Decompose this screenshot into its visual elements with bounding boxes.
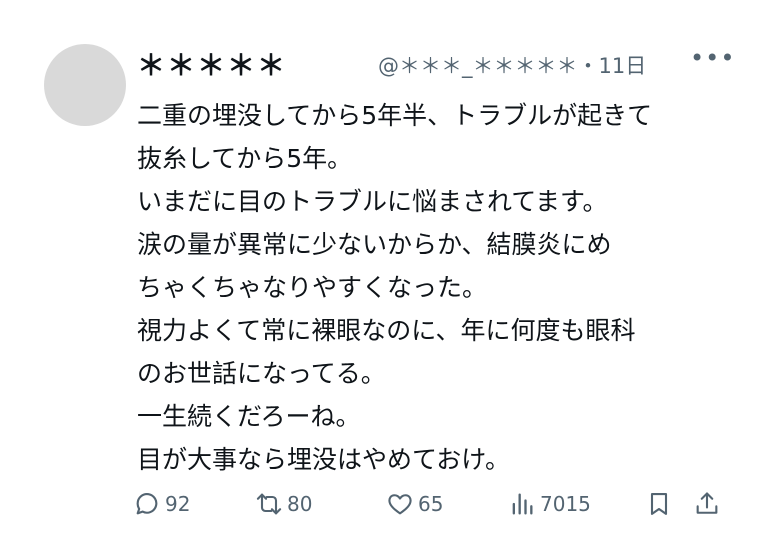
- more-icon[interactable]: •••: [690, 44, 734, 74]
- retweet-icon: [256, 493, 282, 515]
- tweet-line: 目が大事なら埋没はやめておけ。: [137, 445, 511, 474]
- retweet-button[interactable]: 80: [255, 484, 312, 524]
- bookmark-icon: [650, 493, 668, 515]
- display-name[interactable]: ＊＊＊＊＊: [137, 44, 287, 84]
- like-count: 65: [418, 492, 444, 516]
- share-icon: [696, 492, 718, 514]
- avatar[interactable]: [44, 44, 126, 126]
- reply-icon: [136, 492, 158, 515]
- views-icon: [512, 493, 533, 515]
- tweet-actions: 92 80 65 7015: [133, 484, 733, 524]
- like-button[interactable]: 65: [386, 484, 443, 524]
- tweet-line: のお世話になってる。: [137, 359, 386, 388]
- retweet-count: 80: [287, 492, 313, 516]
- tweet-line: 一生続くだろーね。: [137, 402, 361, 431]
- tweet-text: 二重の埋没してから5年半、トラブルが起きて 抜糸してから5年。 いまだに目のトラ…: [137, 94, 737, 481]
- heart-icon: [388, 494, 412, 515]
- share-button[interactable]: [693, 484, 721, 524]
- tweet-line: ちゃくちゃなりやすくなった。: [137, 273, 488, 302]
- tweet-line: いまだに目のトラブルに悩まされてます。: [137, 187, 608, 216]
- views-count: 7015: [540, 492, 591, 516]
- reply-button[interactable]: 92: [133, 484, 190, 524]
- reply-count: 92: [165, 492, 191, 516]
- tweet-line: 抜糸してから5年。: [137, 144, 353, 173]
- handle-and-time[interactable]: @＊＊＊_＊＊＊＊＊・11日: [378, 50, 646, 80]
- tweet-line: 視力よくて常に裸眼なのに、年に何度も眼科: [137, 316, 636, 345]
- tweet-line: 涙の量が異常に少ないからか、結膜炎にめ: [137, 230, 612, 259]
- tweet-line: 二重の埋没してから5年半、トラブルが起きて: [137, 101, 653, 130]
- bookmark-button[interactable]: [645, 484, 673, 524]
- views-button[interactable]: 7015: [508, 484, 591, 524]
